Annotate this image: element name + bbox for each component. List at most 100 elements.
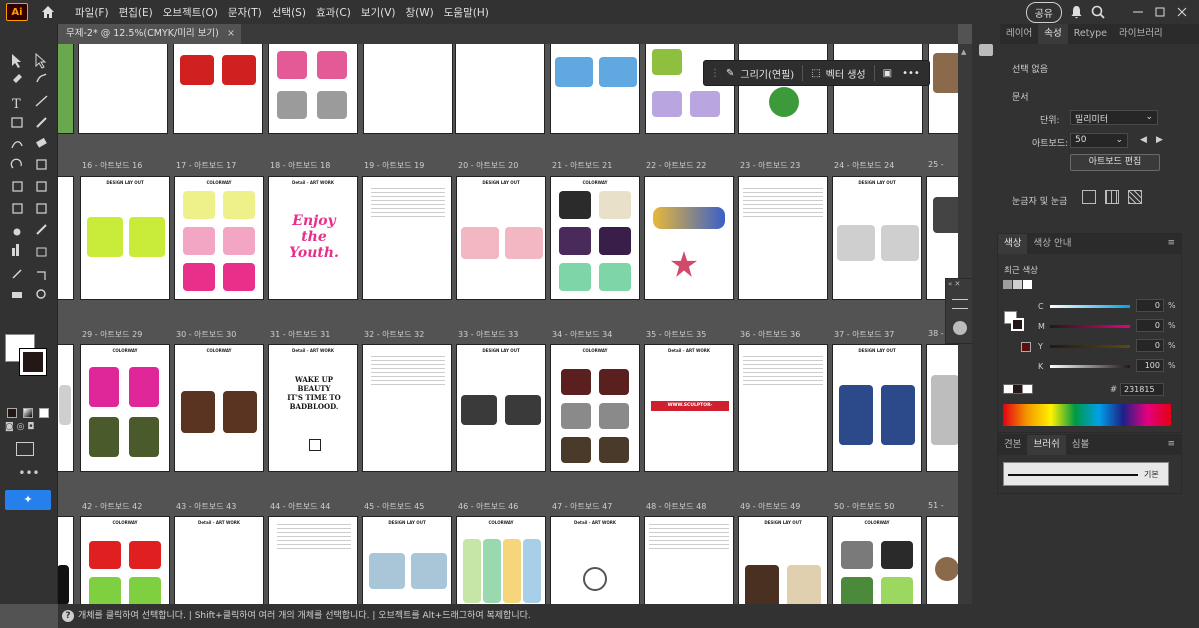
tab-retype[interactable]: Retype (1068, 24, 1113, 44)
artboard[interactable]: DESIGN LAY OUT (456, 344, 546, 472)
generative-tool-button[interactable]: ✦ (5, 490, 51, 510)
more-options-button[interactable]: ••• (902, 68, 920, 79)
minimize-icon[interactable] (1131, 7, 1145, 17)
artboard[interactable]: DESIGN LAY OUT (80, 176, 170, 300)
gradient-mode-button[interactable] (23, 408, 33, 418)
menu-view[interactable]: 보기(V) (356, 5, 401, 20)
generate-vector-button[interactable]: 벡터 생성 (826, 66, 866, 81)
artboard[interactable] (738, 44, 828, 134)
menu-object[interactable]: 오브젝트(O) (158, 5, 223, 20)
artboard[interactable] (268, 44, 358, 134)
bell-icon[interactable] (1070, 5, 1083, 19)
menu-help[interactable]: 도움말(H) (439, 5, 494, 20)
tab-layers[interactable]: 레이어 (1000, 24, 1038, 44)
unit-dropdown[interactable]: 밀리미터 ⌄ (1070, 110, 1158, 125)
tab-properties[interactable]: 속성 (1038, 24, 1068, 44)
artboard[interactable]: DESIGN LAY OUT (832, 344, 922, 472)
draw-modes-icon[interactable]: ◙ ◎ ◘ (5, 422, 45, 434)
menu-lines-icon[interactable] (952, 299, 968, 309)
canvas-area[interactable]: 16 - 아트보드 16 17 - 아트보드 17 18 - 아트보드 18 1… (58, 44, 958, 604)
panel-menu-icon[interactable]: ≡ (1167, 439, 1175, 449)
search-icon[interactable] (1091, 5, 1105, 19)
menu-edit[interactable]: 편집(E) (114, 5, 158, 20)
menu-effect[interactable]: 효과(C) (311, 5, 356, 20)
artboard[interactable]: Detail - ART WORK (174, 516, 264, 604)
menu-type[interactable]: 문자(T) (223, 5, 267, 20)
channel-c-slider[interactable] (1050, 305, 1130, 308)
artboard-partial[interactable] (58, 344, 74, 472)
artboard[interactable]: DESIGN LAY OUT (832, 176, 922, 300)
image-icon[interactable]: ▣ (883, 68, 892, 79)
artboard[interactable]: COLORWAY (80, 516, 170, 604)
artboard[interactable]: DESIGN LAY OUT (738, 516, 828, 604)
channel-m-slider[interactable] (1050, 325, 1130, 328)
none-mode-button[interactable] (39, 408, 49, 418)
tab-color[interactable]: 색상 (998, 234, 1028, 254)
recent-swatch[interactable] (1013, 280, 1022, 289)
menu-file[interactable]: 파일(F) (70, 5, 114, 20)
artboard[interactable]: COLORWAY (80, 344, 170, 472)
artboard[interactable]: Detail - ART WORK WWW.SCULPTOR-WORLDWIDE… (644, 344, 734, 472)
artboard[interactable] (644, 176, 734, 300)
stroke-indicator[interactable] (1011, 318, 1024, 331)
edit-artboards-button[interactable]: 아트보드 편집 (1070, 154, 1160, 171)
artboard-partial[interactable] (928, 44, 958, 134)
previous-artboard-icon[interactable]: ◀ (1140, 135, 1147, 145)
artboard[interactable]: Detail - ART WORK WAKE UP BEAUTY IT'S TI… (268, 344, 358, 472)
close-tab-icon[interactable]: × (227, 24, 235, 44)
artboard-partial[interactable] (926, 516, 958, 604)
out-of-gamut-swatch[interactable] (1021, 342, 1031, 352)
artboard[interactable] (363, 44, 453, 134)
channel-c-value[interactable]: 0 (1136, 299, 1164, 312)
recent-swatch[interactable] (1003, 280, 1012, 289)
artboard[interactable]: COLORWAY (456, 516, 546, 604)
comments-icon[interactable] (979, 44, 993, 56)
appearance-icon[interactable] (953, 321, 967, 335)
artboard[interactable] (550, 44, 640, 134)
artboard[interactable] (644, 516, 734, 604)
ruler-icon[interactable] (1082, 190, 1096, 204)
hex-input[interactable]: 231815 (1120, 383, 1164, 396)
channel-k-slider[interactable] (1050, 365, 1130, 368)
artboard[interactable]: COLORWAY (550, 176, 640, 300)
grid-icon[interactable] (1105, 190, 1119, 204)
artboard[interactable]: COLORWAY (174, 176, 264, 300)
help-icon[interactable]: ? (62, 610, 74, 622)
channel-m-value[interactable]: 0 (1136, 319, 1164, 332)
pixel-grid-icon[interactable] (1128, 190, 1142, 204)
recent-swatch[interactable] (1023, 280, 1032, 289)
artboard-partial[interactable] (58, 44, 74, 134)
artboard-partial[interactable] (58, 176, 74, 300)
none-black-white-swatches[interactable] (1003, 384, 1033, 394)
artboard-number-dropdown[interactable]: 50 ⌄ (1070, 133, 1128, 148)
menu-select[interactable]: 선택(S) (267, 5, 311, 20)
menu-window[interactable]: 창(W) (401, 5, 439, 20)
channel-y-slider[interactable] (1050, 345, 1130, 348)
tab-symbols[interactable]: 심볼 (1066, 435, 1095, 455)
tab-color-guide[interactable]: 색상 안내 (1027, 234, 1077, 254)
artboard-partial[interactable] (58, 516, 74, 604)
artboard[interactable] (362, 176, 452, 300)
tab-brushes[interactable]: 브러쉬 (1027, 435, 1066, 455)
stroke-swatch[interactable] (19, 348, 47, 376)
artboard[interactable] (833, 44, 923, 134)
close-window-icon[interactable] (1175, 7, 1189, 17)
artboard[interactable] (455, 44, 545, 134)
artboard[interactable]: Detail - ART WORK Enjoy the Youth. (268, 176, 358, 300)
document-tab[interactable]: 무제-2* @ 12.5%(CMYK/미리 보기) × (58, 24, 241, 44)
next-artboard-icon[interactable]: ▶ (1156, 135, 1163, 145)
color-spectrum[interactable] (1003, 404, 1171, 426)
artboard[interactable]: DESIGN LAY OUT (456, 176, 546, 300)
share-button[interactable]: 공유 (1025, 1, 1062, 23)
artboard[interactable] (738, 176, 828, 300)
artboard[interactable]: COLORWAY (550, 344, 640, 472)
draw-pencil-button[interactable]: 그리기(연필) (740, 66, 794, 81)
artboard[interactable]: Detail - ART WORK (550, 516, 640, 604)
color-mode-button[interactable] (7, 408, 17, 418)
more-tools-icon[interactable]: ••• (14, 467, 44, 480)
panel-menu-icon[interactable]: ≡ (1167, 238, 1175, 248)
basic-brush-item[interactable]: 기본 (1003, 462, 1169, 486)
tab-swatches[interactable]: 견본 (998, 435, 1027, 455)
artboard[interactable] (268, 516, 358, 604)
tab-libraries[interactable]: 라이브러리 (1113, 24, 1169, 44)
